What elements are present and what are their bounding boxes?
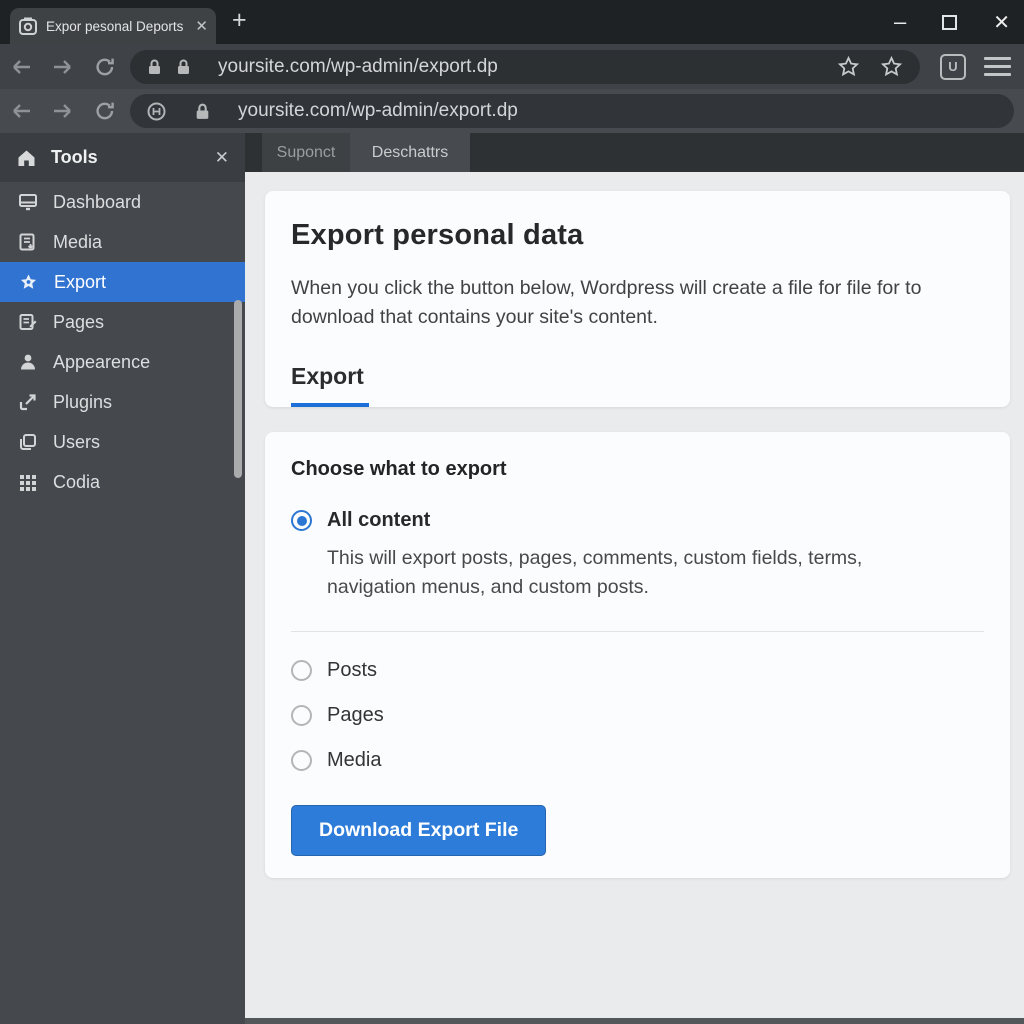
export-star-icon [18, 272, 39, 293]
content-tab-suponct[interactable]: Suponct [262, 133, 350, 172]
title-bar: Expor pesonal Deports ✕ + – ✕ [0, 0, 1024, 44]
forward-icon[interactable] [42, 57, 84, 77]
users-icon [18, 432, 38, 452]
sidebar: Tools ✕ Dashboard Media Export Pages App… [0, 133, 245, 1024]
reload-icon[interactable] [84, 100, 126, 122]
sidebar-item-appearance[interactable]: Appearence [0, 342, 245, 382]
sidebar-item-codia[interactable]: Codia [0, 462, 245, 502]
new-tab-button[interactable]: + [232, 6, 247, 35]
all-content-description: This will export posts, pages, comments,… [327, 547, 863, 599]
sidebar-close-icon[interactable]: ✕ [215, 148, 229, 168]
grid-icon [18, 472, 38, 492]
content-tab-deschattrs[interactable]: Deschattrs [350, 133, 470, 172]
toolbar-secondary: yoursite.com/wp-admin/export.dp [0, 89, 1024, 133]
reload-icon[interactable] [84, 56, 126, 78]
radio-unselected-icon[interactable] [291, 704, 312, 726]
sidebar-item-plugins[interactable]: Plugins [0, 382, 245, 422]
window-close-button[interactable]: ✕ [993, 10, 1010, 35]
lock-icon [175, 58, 192, 76]
pages-icon [18, 312, 38, 332]
content-tabstrip: Suponct Deschattrs [245, 133, 1024, 172]
bottom-edge-bar [245, 1018, 1024, 1024]
sidebar-item-media[interactable]: Media [0, 222, 245, 262]
sidebar-item-export[interactable]: Export [0, 262, 245, 302]
bookmark-star-icon[interactable] [836, 55, 861, 79]
sidebar-item-dashboard[interactable]: Dashboard [0, 182, 245, 222]
bookmark-star-icon[interactable] [879, 55, 904, 79]
menu-icon[interactable] [984, 57, 1011, 76]
url-text[interactable]: yoursite.com/wp-admin/export.dp [238, 100, 518, 122]
address-bar[interactable]: yoursite.com/wp-admin/export.dp [130, 49, 920, 84]
lock-icon [193, 102, 212, 121]
radio-option-pages[interactable]: Pages [291, 703, 984, 728]
sidebar-item-label: Media [53, 231, 103, 252]
sidebar-title: Tools [51, 147, 98, 167]
home-icon[interactable] [16, 148, 37, 168]
page-scroll-area: Export personal data When you click the … [245, 172, 1024, 1024]
window-maximize-button[interactable] [942, 14, 958, 30]
divider [291, 630, 984, 632]
favicon [18, 16, 38, 36]
forward-icon[interactable] [42, 101, 84, 121]
sidebar-item-users[interactable]: Users [0, 422, 245, 462]
tab-close-icon[interactable]: ✕ [195, 17, 208, 35]
sidebar-item-label: Codia [53, 471, 101, 492]
radio-selected-icon[interactable] [291, 510, 312, 531]
sidebar-item-pages[interactable]: Pages [0, 302, 245, 342]
lock-icon [146, 58, 163, 76]
toolbar-primary: yoursite.com/wp-admin/export.dp U [0, 44, 1024, 89]
browser-window: Expor pesonal Deports ✕ + – ✕ yoursite.c… [0, 0, 1024, 1024]
download-export-file-button[interactable]: Download Export File [291, 804, 547, 856]
section-title: Choose what to export [291, 458, 507, 480]
radio-label: Pages [327, 703, 384, 726]
active-tab-underline [291, 402, 369, 407]
dashboard-icon [18, 192, 38, 212]
back-icon[interactable] [0, 57, 42, 77]
sidebar-item-label: Plugins [53, 391, 113, 412]
sidebar-header: Tools ✕ [0, 133, 245, 182]
page-title: Export personal data [291, 219, 584, 251]
media-icon [18, 232, 38, 252]
tab-title: Expor pesonal Deports [46, 18, 184, 34]
sidebar-item-label: Users [53, 431, 101, 452]
sidebar-item-label: Export [54, 271, 107, 292]
radio-unselected-icon[interactable] [291, 659, 312, 681]
radio-label: All content [327, 509, 431, 531]
export-subtab[interactable]: Export [291, 363, 984, 390]
appearance-icon [18, 352, 38, 372]
back-icon[interactable] [0, 101, 42, 121]
radio-unselected-icon[interactable] [291, 749, 312, 771]
sidebar-item-label: Appearence [53, 351, 151, 372]
export-description: When you click the button below, Wordpre… [291, 277, 922, 329]
radio-option-media[interactable]: Media [291, 748, 984, 773]
choose-export-card: Choose what to export All content This w… [265, 432, 1010, 878]
radio-option-posts[interactable]: Posts [291, 658, 984, 683]
radio-label: Media [327, 748, 382, 771]
extension-icon[interactable]: U [940, 53, 966, 80]
sidebar-item-label: Pages [53, 311, 105, 332]
badge-icon [146, 101, 167, 122]
url-text[interactable]: yoursite.com/wp-admin/export.dp [218, 56, 498, 78]
plugins-icon [18, 392, 38, 412]
radio-label: Posts [327, 658, 378, 681]
radio-option-all-content[interactable]: All content [291, 509, 984, 532]
sidebar-item-label: Dashboard [53, 191, 142, 212]
browser-tab[interactable]: Expor pesonal Deports ✕ [10, 8, 216, 44]
content-area: Suponct Deschattrs Export personal data … [245, 133, 1024, 1024]
window-minimize-button[interactable]: – [894, 11, 906, 33]
sidebar-scrollbar[interactable] [234, 300, 242, 478]
export-card: Export personal data When you click the … [265, 191, 1010, 407]
address-bar[interactable]: yoursite.com/wp-admin/export.dp [130, 94, 1014, 128]
